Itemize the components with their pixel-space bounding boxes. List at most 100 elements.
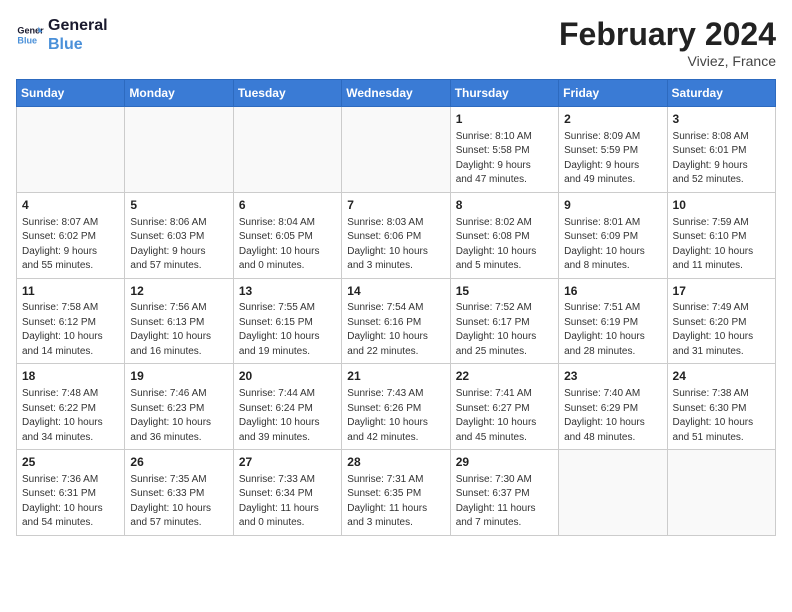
calendar-cell	[233, 107, 341, 193]
logo-icon: General Blue	[16, 21, 44, 49]
calendar-cell: 26 Sunrise: 7:35 AM Sunset: 6:33 PM Dayli…	[125, 450, 233, 536]
day-number: 12	[130, 283, 227, 300]
day-number: 8	[456, 197, 553, 214]
day-number: 25	[22, 454, 119, 471]
day-info: Sunrise: 7:48 AM Sunset: 6:22 PM Dayligh…	[22, 387, 119, 445]
day-info: Sunrise: 7:59 AM Sunset: 6:10 PM Dayligh…	[673, 216, 770, 274]
calendar-cell: 16Sunrise: 7:51 AM Sunset: 6:19 PM Dayli…	[559, 278, 667, 364]
week-row-2: 11Sunrise: 7:58 AM Sunset: 6:12 PM Dayli…	[17, 278, 776, 364]
calendar-cell: 27 Sunrise: 7:33 AM Sunset: 6:34 PM Dayli…	[233, 450, 341, 536]
day-info: Sunrise: 7:43 AM Sunset: 6:26 PM Dayligh…	[347, 387, 444, 445]
calendar-cell: 1 Sunrise: 8:10 AM Sunset: 5:58 PM Daylig…	[450, 107, 558, 193]
day-number: 18	[22, 368, 119, 385]
day-info: Sunrise: 7:55 AM Sunset: 6:15 PM Dayligh…	[239, 301, 336, 359]
day-info: Sunrise: 8:01 AM Sunset: 6:09 PM Dayligh…	[564, 216, 661, 274]
day-info: Sunrise: 8:02 AM Sunset: 6:08 PM Dayligh…	[456, 216, 553, 274]
calendar-cell: 15Sunrise: 7:52 AM Sunset: 6:17 PM Dayli…	[450, 278, 558, 364]
calendar-cell: 11Sunrise: 7:58 AM Sunset: 6:12 PM Dayli…	[17, 278, 125, 364]
day-info: Sunrise: 7:51 AM Sunset: 6:19 PM Dayligh…	[564, 301, 661, 359]
weekday-header-friday: Friday	[559, 80, 667, 107]
calendar-cell: 13Sunrise: 7:55 AM Sunset: 6:15 PM Dayli…	[233, 278, 341, 364]
day-number: 20	[239, 368, 336, 385]
week-row-4: 25 Sunrise: 7:36 AM Sunset: 6:31 PM Dayli…	[17, 450, 776, 536]
day-info: Sunrise: 7:49 AM Sunset: 6:20 PM Dayligh…	[673, 301, 770, 359]
calendar-cell: 10Sunrise: 7:59 AM Sunset: 6:10 PM Dayli…	[667, 192, 775, 278]
logo: General Blue General Blue	[16, 16, 108, 54]
day-number: 24	[673, 368, 770, 385]
calendar-cell: 24Sunrise: 7:38 AM Sunset: 6:30 PM Dayli…	[667, 364, 775, 450]
day-info: Sunrise: 7:31 AM Sunset: 6:35 PM Dayligh…	[347, 473, 444, 531]
day-info: Sunrise: 7:33 AM Sunset: 6:34 PM Dayligh…	[239, 473, 336, 531]
day-number: 13	[239, 283, 336, 300]
day-info: Sunrise: 7:54 AM Sunset: 6:16 PM Dayligh…	[347, 301, 444, 359]
calendar-cell: 9 Sunrise: 8:01 AM Sunset: 6:09 PM Daylig…	[559, 192, 667, 278]
week-row-1: 4Sunrise: 8:07 AM Sunset: 6:02 PM Daylig…	[17, 192, 776, 278]
calendar-cell	[342, 107, 450, 193]
day-number: 22	[456, 368, 553, 385]
logo-line1: General	[48, 16, 108, 35]
weekday-header-saturday: Saturday	[667, 80, 775, 107]
calendar-cell: 29 Sunrise: 7:30 AM Sunset: 6:37 PM Dayli…	[450, 450, 558, 536]
day-info: Sunrise: 7:52 AM Sunset: 6:17 PM Dayligh…	[456, 301, 553, 359]
calendar-cell: 8 Sunrise: 8:02 AM Sunset: 6:08 PM Daylig…	[450, 192, 558, 278]
day-number: 2	[564, 111, 661, 128]
day-number: 4	[22, 197, 119, 214]
week-row-3: 18 Sunrise: 7:48 AM Sunset: 6:22 PM Dayli…	[17, 364, 776, 450]
day-number: 1	[456, 111, 553, 128]
calendar-cell: 2 Sunrise: 8:09 AM Sunset: 5:59 PM Daylig…	[559, 107, 667, 193]
calendar-cell: 22Sunrise: 7:41 AM Sunset: 6:27 PM Dayli…	[450, 364, 558, 450]
calendar-cell: 4Sunrise: 8:07 AM Sunset: 6:02 PM Daylig…	[17, 192, 125, 278]
day-info: Sunrise: 7:35 AM Sunset: 6:33 PM Dayligh…	[130, 473, 227, 531]
day-info: Sunrise: 8:04 AM Sunset: 6:05 PM Dayligh…	[239, 216, 336, 274]
svg-text:Blue: Blue	[17, 36, 37, 46]
day-number: 27	[239, 454, 336, 471]
logo-line2: Blue	[48, 35, 108, 54]
day-number: 21	[347, 368, 444, 385]
calendar-cell: 18 Sunrise: 7:48 AM Sunset: 6:22 PM Dayli…	[17, 364, 125, 450]
calendar-cell: 6 Sunrise: 8:04 AM Sunset: 6:05 PM Daylig…	[233, 192, 341, 278]
calendar-cell: 7Sunrise: 8:03 AM Sunset: 6:06 PM Daylig…	[342, 192, 450, 278]
day-number: 19	[130, 368, 227, 385]
day-number: 15	[456, 283, 553, 300]
calendar-cell: 14Sunrise: 7:54 AM Sunset: 6:16 PM Dayli…	[342, 278, 450, 364]
calendar-cell	[559, 450, 667, 536]
calendar-cell	[125, 107, 233, 193]
day-info: Sunrise: 7:46 AM Sunset: 6:23 PM Dayligh…	[130, 387, 227, 445]
day-info: Sunrise: 8:10 AM Sunset: 5:58 PM Dayligh…	[456, 130, 553, 188]
calendar-cell: 5Sunrise: 8:06 AM Sunset: 6:03 PM Daylig…	[125, 192, 233, 278]
day-number: 9	[564, 197, 661, 214]
calendar-cell: 3 Sunrise: 8:08 AM Sunset: 6:01 PM Daylig…	[667, 107, 775, 193]
day-number: 17	[673, 283, 770, 300]
location: Viviez, France	[559, 53, 776, 69]
calendar-cell: 17Sunrise: 7:49 AM Sunset: 6:20 PM Dayli…	[667, 278, 775, 364]
calendar-cell: 12Sunrise: 7:56 AM Sunset: 6:13 PM Dayli…	[125, 278, 233, 364]
calendar-cell: 28Sunrise: 7:31 AM Sunset: 6:35 PM Dayli…	[342, 450, 450, 536]
day-info: Sunrise: 7:58 AM Sunset: 6:12 PM Dayligh…	[22, 301, 119, 359]
week-row-0: 1 Sunrise: 8:10 AM Sunset: 5:58 PM Daylig…	[17, 107, 776, 193]
calendar-cell: 20Sunrise: 7:44 AM Sunset: 6:24 PM Dayli…	[233, 364, 341, 450]
calendar-cell: 23Sunrise: 7:40 AM Sunset: 6:29 PM Dayli…	[559, 364, 667, 450]
day-info: Sunrise: 8:09 AM Sunset: 5:59 PM Dayligh…	[564, 130, 661, 188]
day-number: 6	[239, 197, 336, 214]
weekday-header-wednesday: Wednesday	[342, 80, 450, 107]
day-number: 11	[22, 283, 119, 300]
day-number: 26	[130, 454, 227, 471]
day-info: Sunrise: 7:40 AM Sunset: 6:29 PM Dayligh…	[564, 387, 661, 445]
day-info: Sunrise: 7:36 AM Sunset: 6:31 PM Dayligh…	[22, 473, 119, 531]
calendar-cell: 25 Sunrise: 7:36 AM Sunset: 6:31 PM Dayli…	[17, 450, 125, 536]
day-number: 29	[456, 454, 553, 471]
weekday-header-tuesday: Tuesday	[233, 80, 341, 107]
title-block: February 2024 Viviez, France	[559, 16, 776, 69]
day-number: 16	[564, 283, 661, 300]
calendar-cell	[667, 450, 775, 536]
day-number: 14	[347, 283, 444, 300]
day-number: 3	[673, 111, 770, 128]
calendar-cell	[17, 107, 125, 193]
page-header: General Blue General Blue February 2024 …	[16, 16, 776, 69]
day-info: Sunrise: 7:56 AM Sunset: 6:13 PM Dayligh…	[130, 301, 227, 359]
day-info: Sunrise: 7:30 AM Sunset: 6:37 PM Dayligh…	[456, 473, 553, 531]
day-number: 7	[347, 197, 444, 214]
weekday-header-thursday: Thursday	[450, 80, 558, 107]
month-year: February 2024	[559, 16, 776, 53]
day-info: Sunrise: 8:08 AM Sunset: 6:01 PM Dayligh…	[673, 130, 770, 188]
